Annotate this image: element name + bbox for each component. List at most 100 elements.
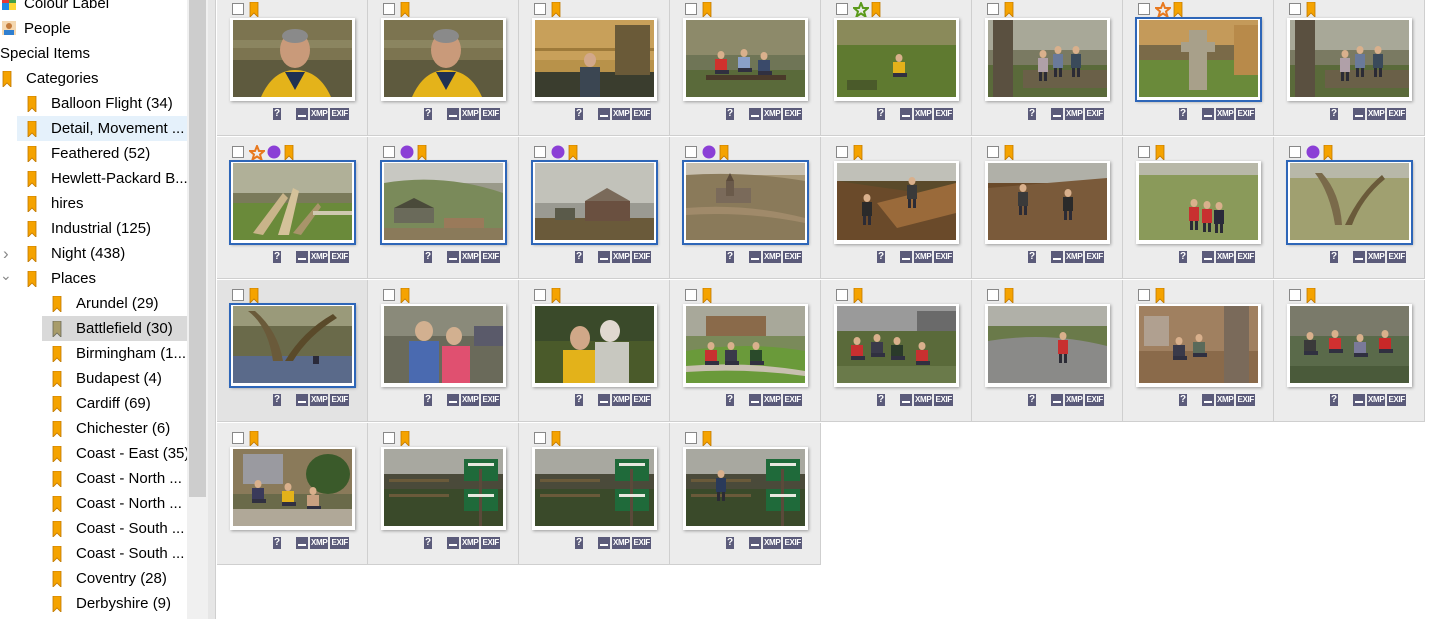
photo-thumbnail[interactable] <box>837 20 956 97</box>
tree-item[interactable]: Hewlett-Packard B... <box>27 166 187 191</box>
thumbnail-cell[interactable]: ? XMP EXIF <box>368 0 519 136</box>
select-checkbox[interactable] <box>1289 146 1301 158</box>
select-checkbox[interactable] <box>232 432 244 444</box>
thumbnail-cell[interactable]: ? XMP EXIF <box>217 280 368 422</box>
select-checkbox[interactable] <box>685 3 697 15</box>
tree-item[interactable]: Detail, Movement ... <box>17 116 187 141</box>
tree-item[interactable]: Coast - North ... <box>52 466 187 491</box>
select-checkbox[interactable] <box>685 146 697 158</box>
tree-item[interactable]: Coast - South ... <box>52 516 187 541</box>
thumbnail-cell[interactable]: ? XMP EXIF <box>519 280 670 422</box>
thumbnail-cell[interactable]: ? XMP EXIF <box>519 0 670 136</box>
thumbnail-frame[interactable] <box>834 161 959 244</box>
photo-thumbnail[interactable] <box>988 306 1107 383</box>
thumbnail-cell[interactable]: ? XMP EXIF <box>972 0 1123 136</box>
photo-thumbnail[interactable] <box>1290 20 1409 97</box>
photo-thumbnail[interactable] <box>384 163 503 240</box>
select-checkbox[interactable] <box>232 146 244 158</box>
tree-item[interactable]: Coast - North ... <box>52 491 187 516</box>
tree-item[interactable]: Coast - South ... <box>52 541 187 566</box>
thumbnail-frame[interactable] <box>381 447 506 530</box>
select-checkbox[interactable] <box>1138 146 1150 158</box>
photo-thumbnail[interactable] <box>988 20 1107 97</box>
tree-item[interactable]: Categories <box>2 66 187 91</box>
tree-item[interactable]: Night (438) <box>27 241 187 266</box>
panel-splitter[interactable] <box>208 0 216 619</box>
thumbnail-cell[interactable]: ? XMP EXIF <box>1123 280 1274 422</box>
select-checkbox[interactable] <box>1289 289 1301 301</box>
photo-thumbnail[interactable] <box>686 449 805 526</box>
tree-item[interactable]: Budapest (4) <box>52 366 187 391</box>
thumbnail-frame[interactable] <box>683 18 808 101</box>
thumbnail-cell[interactable]: ? XMP EXIF <box>821 280 972 422</box>
thumbnail-cell[interactable]: ? XMP EXIF <box>368 423 519 565</box>
thumbnail-frame[interactable] <box>1286 160 1413 245</box>
select-checkbox[interactable] <box>1138 3 1150 15</box>
photo-thumbnail[interactable] <box>1290 163 1409 240</box>
thumbnail-frame[interactable] <box>682 160 809 245</box>
photo-thumbnail[interactable] <box>1139 306 1258 383</box>
thumbnail-frame[interactable] <box>230 18 355 101</box>
chevron-right-icon[interactable]: › <box>3 244 9 264</box>
tree-item[interactable]: Arundel (29) <box>52 291 187 316</box>
tree-item[interactable]: Colour Label <box>2 0 187 16</box>
photo-thumbnail[interactable] <box>837 163 956 240</box>
thumbnail-frame[interactable] <box>380 160 507 245</box>
select-checkbox[interactable] <box>534 289 546 301</box>
tree-item[interactable]: Coventry (28) <box>52 566 187 591</box>
select-checkbox[interactable] <box>685 432 697 444</box>
thumbnail-frame[interactable] <box>229 303 356 388</box>
photo-thumbnail[interactable] <box>837 306 956 383</box>
photo-thumbnail[interactable] <box>233 20 352 97</box>
photo-thumbnail[interactable] <box>988 163 1107 240</box>
tree-item[interactable]: hires <box>27 191 187 216</box>
thumbnail-cell[interactable]: ? XMP EXIF <box>670 423 821 565</box>
thumbnail-frame[interactable] <box>834 18 959 101</box>
tree-item[interactable]: Coast - East (35) <box>52 441 187 466</box>
photo-thumbnail[interactable] <box>535 163 654 240</box>
photo-thumbnail[interactable] <box>384 306 503 383</box>
photo-thumbnail[interactable] <box>1139 20 1258 97</box>
photo-thumbnail[interactable] <box>1290 306 1409 383</box>
photo-thumbnail[interactable] <box>384 20 503 97</box>
thumbnail-frame[interactable] <box>1135 17 1262 102</box>
tree-item[interactable]: Chichester (6) <box>52 416 187 441</box>
select-checkbox[interactable] <box>987 3 999 15</box>
photo-thumbnail[interactable] <box>535 20 654 97</box>
thumbnail-frame[interactable] <box>985 304 1110 387</box>
photo-thumbnail[interactable] <box>233 449 352 526</box>
thumbnail-cell[interactable]: ? XMP EXIF <box>670 137 821 279</box>
select-checkbox[interactable] <box>836 289 848 301</box>
thumbnail-frame[interactable] <box>531 160 658 245</box>
select-checkbox[interactable] <box>685 289 697 301</box>
thumbnail-cell[interactable]: ? XMP EXIF <box>217 0 368 136</box>
scrollbar-thumb[interactable] <box>189 0 206 497</box>
thumbnail-cell[interactable]: ? XMP EXIF <box>670 0 821 136</box>
sidebar-scrollbar[interactable] <box>187 0 208 619</box>
tree-item[interactable]: Derbyshire (9) <box>52 591 187 616</box>
thumbnail-cell[interactable]: ? XMP EXIF <box>1123 137 1274 279</box>
thumbnail-cell[interactable]: ? XMP EXIF <box>821 137 972 279</box>
photo-thumbnail[interactable] <box>233 163 352 240</box>
select-checkbox[interactable] <box>383 289 395 301</box>
thumbnail-cell[interactable]: ? XMP EXIF <box>217 423 368 565</box>
photo-thumbnail[interactable] <box>1139 163 1258 240</box>
select-checkbox[interactable] <box>836 3 848 15</box>
tree-item[interactable]: Industrial (125) <box>27 216 187 241</box>
select-checkbox[interactable] <box>534 3 546 15</box>
tree-item[interactable]: Special Items <box>0 41 187 66</box>
photo-thumbnail[interactable] <box>686 306 805 383</box>
thumbnail-cell[interactable]: ? XMP EXIF <box>972 280 1123 422</box>
photo-thumbnail[interactable] <box>686 20 805 97</box>
select-checkbox[interactable] <box>383 146 395 158</box>
select-checkbox[interactable] <box>232 289 244 301</box>
thumbnail-frame[interactable] <box>1287 304 1412 387</box>
thumbnail-cell[interactable]: ? XMP EXIF <box>519 137 670 279</box>
tree-item[interactable]: Birmingham (1... <box>52 341 187 366</box>
thumbnail-frame[interactable] <box>834 304 959 387</box>
select-checkbox[interactable] <box>987 289 999 301</box>
photo-thumbnail[interactable] <box>686 163 805 240</box>
thumbnail-frame[interactable] <box>381 304 506 387</box>
tree-item[interactable]: Balloon Flight (34) <box>27 91 187 116</box>
thumbnail-cell[interactable]: ? XMP EXIF <box>1274 280 1425 422</box>
